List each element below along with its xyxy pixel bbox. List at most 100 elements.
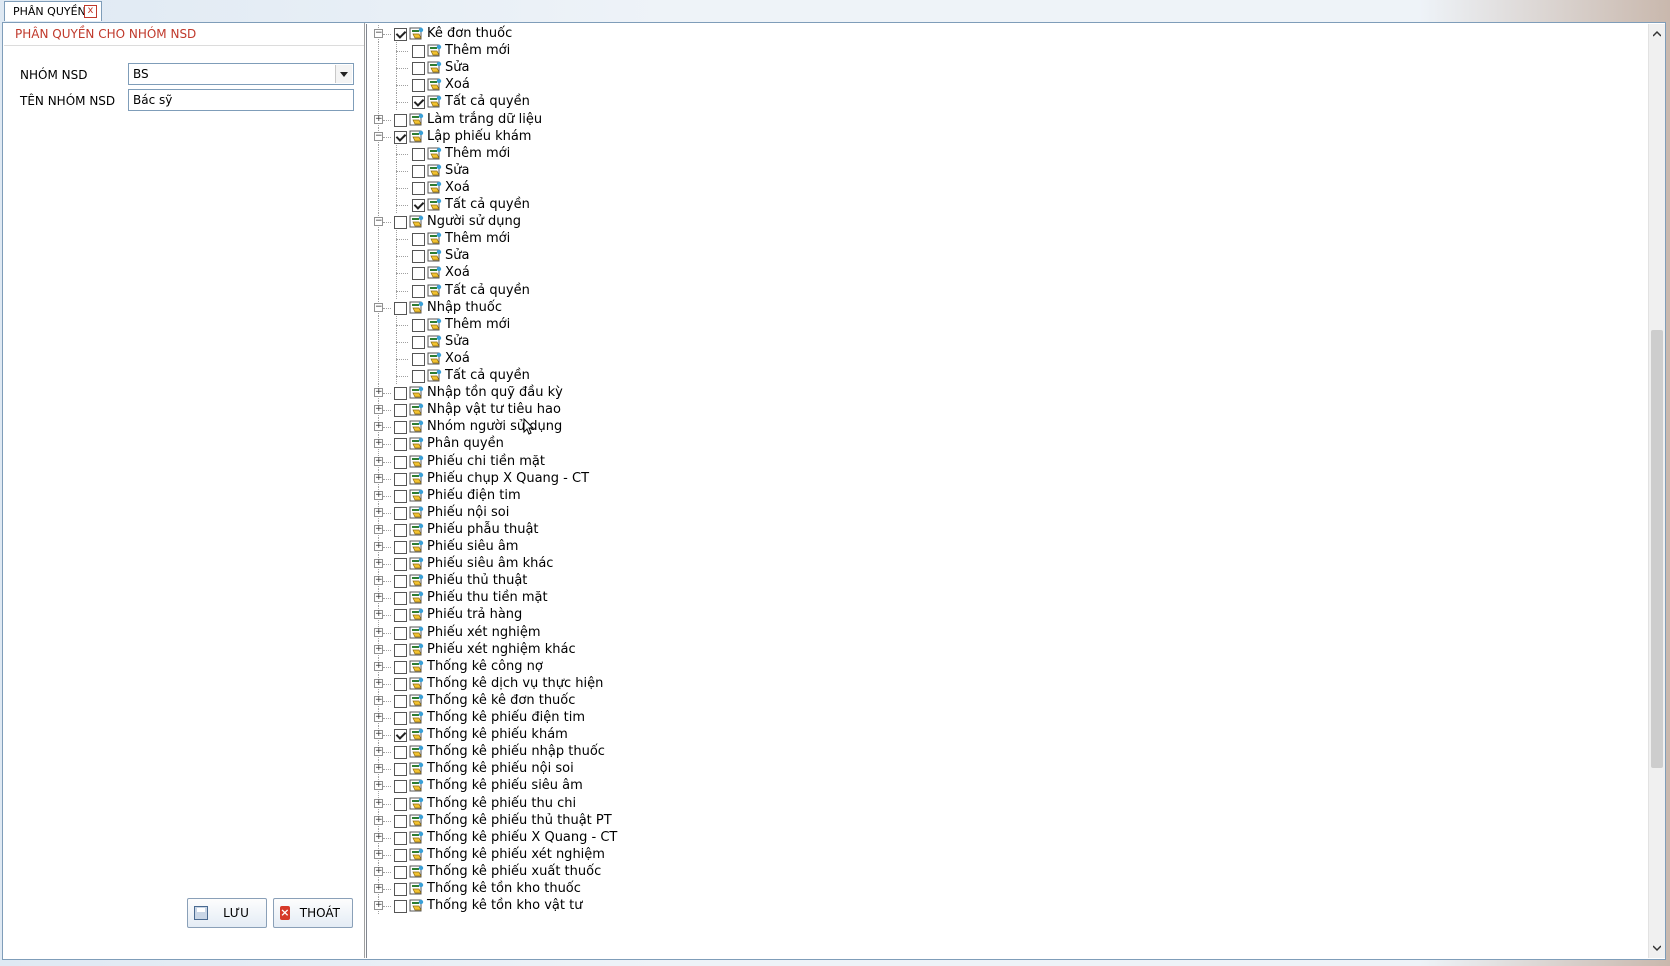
tree-subnode[interactable]: Sửa — [367, 332, 967, 350]
tree-node[interactable]: + Thống kê phiếu nhập thuốc — [367, 743, 967, 761]
expand-icon[interactable]: + — [374, 439, 383, 449]
expand-icon[interactable]: + — [374, 627, 383, 637]
tree-node[interactable]: + Phiếu phẫu thuật — [367, 520, 967, 538]
tree-subnode[interactable]: Tất cả quyền — [367, 281, 967, 299]
scroll-down-icon[interactable] — [1653, 944, 1661, 952]
tree-node[interactable]: + Thống kê tồn kho thuốc — [367, 880, 967, 897]
tree-checkbox[interactable] — [394, 387, 407, 401]
tree-node[interactable]: + Phiếu chụp X Quang - CT — [367, 469, 967, 487]
expand-icon[interactable]: + — [374, 644, 383, 654]
tree-node[interactable]: − Kê đơn thuốc — [367, 25, 967, 42]
expand-icon[interactable]: + — [374, 678, 383, 688]
scroll-up-icon[interactable] — [1653, 30, 1661, 38]
tree-node[interactable]: − Nhập thuốc — [367, 298, 967, 316]
tree-subnode[interactable]: Sửa — [367, 161, 967, 179]
tree-checkbox[interactable] — [394, 694, 407, 708]
tree-checkbox[interactable] — [394, 541, 407, 554]
tree-checkbox[interactable] — [394, 489, 407, 503]
expand-icon[interactable]: + — [374, 576, 383, 586]
tree-node[interactable]: + Thống kê công nợ — [367, 657, 967, 675]
tree-checkbox[interactable] — [394, 746, 407, 760]
tree-node[interactable]: + Thống kê phiếu thủ thuật PT — [367, 811, 967, 829]
group-name-field[interactable]: Bác sỹ — [128, 89, 354, 111]
tree-subnode[interactable]: Xoá — [367, 76, 967, 94]
tree-checkbox[interactable] — [412, 45, 425, 59]
tree-node[interactable]: + Thống kê dịch vụ thực hiện — [367, 674, 967, 692]
expand-icon[interactable]: + — [374, 542, 383, 551]
expand-icon[interactable]: + — [374, 490, 383, 500]
tree-node[interactable]: + Nhập tồn quỹ đầu kỳ — [367, 384, 967, 402]
expand-icon[interactable]: + — [374, 114, 383, 124]
tree-node[interactable]: − Lập phiếu khám — [367, 127, 967, 145]
tree-subnode[interactable]: Thêm mới — [367, 42, 967, 60]
expand-icon[interactable]: + — [374, 866, 383, 876]
tree-node[interactable]: + Phiếu xét nghiệm — [367, 623, 967, 641]
expand-icon[interactable]: + — [374, 832, 383, 842]
tree-checkbox[interactable] — [394, 763, 407, 777]
tree-node[interactable]: + Làm trắng dữ liệu — [367, 110, 967, 128]
tree-subnode[interactable]: Tất cả quyền — [367, 196, 967, 213]
tree-checkbox[interactable] — [394, 216, 407, 230]
tree-subnode[interactable]: Tất cả quyền — [367, 367, 967, 384]
collapse-icon[interactable]: − — [374, 29, 383, 38]
tree-node[interactable]: + Phiếu thủ thuật — [367, 572, 967, 590]
tree-checkbox[interactable] — [412, 267, 425, 281]
tree-checkbox[interactable] — [394, 848, 407, 862]
tree-checkbox[interactable] — [412, 318, 425, 332]
tree-checkbox[interactable] — [394, 28, 407, 41]
tree-node[interactable]: − Người sử dụng — [367, 213, 967, 231]
tree-checkbox[interactable] — [394, 113, 407, 127]
tree-subnode[interactable]: Xoá — [367, 178, 967, 196]
tree-subnode[interactable]: Xoá — [367, 264, 967, 282]
tree-node[interactable]: + Thống kê phiếu khám — [367, 726, 967, 744]
tree-checkbox[interactable] — [394, 780, 407, 794]
expand-icon[interactable]: + — [374, 456, 383, 466]
tree-node[interactable]: + Thống kê phiếu điện tim — [367, 709, 967, 726]
tree-node[interactable]: + Phiếu thu tiền mặt — [367, 589, 967, 607]
tree-checkbox[interactable] — [394, 814, 407, 828]
tree-checkbox[interactable] — [394, 455, 407, 469]
tree-checkbox[interactable] — [412, 199, 425, 212]
tree-checkbox[interactable] — [394, 660, 407, 674]
tree-subnode[interactable]: Thêm mới — [367, 230, 967, 248]
tree-checkbox[interactable] — [412, 147, 425, 161]
tree-checkbox[interactable] — [394, 626, 407, 640]
tree-checkbox[interactable] — [394, 729, 407, 743]
chevron-down-icon[interactable] — [335, 65, 352, 83]
exit-button[interactable]: × THOÁT — [273, 898, 353, 928]
vertical-scrollbar[interactable] — [1648, 24, 1665, 958]
tree-node[interactable]: + Thống kê phiếu nội soi — [367, 760, 967, 778]
expand-icon[interactable]: + — [374, 747, 383, 757]
expand-icon[interactable]: + — [374, 610, 383, 620]
tree-subnode[interactable]: Xoá — [367, 349, 967, 367]
save-button[interactable]: LƯU — [187, 898, 267, 928]
tree-node[interactable]: + Phiếu điện tim — [367, 486, 967, 504]
tree-checkbox[interactable] — [394, 609, 407, 623]
expand-icon[interactable]: + — [374, 388, 383, 398]
tree-checkbox[interactable] — [394, 558, 407, 572]
expand-icon[interactable]: + — [374, 695, 383, 705]
expand-icon[interactable]: + — [374, 524, 383, 534]
tree-node[interactable]: + Thống kê kê đơn thuốc — [367, 691, 967, 709]
tab-phan-quyen[interactable]: PHÂN QUYỀN x — [4, 1, 102, 21]
tree-checkbox[interactable] — [394, 472, 407, 486]
tree-node[interactable]: + Phiếu chi tiền mặt — [367, 452, 967, 470]
collapse-icon[interactable]: − — [374, 302, 383, 312]
tree-node[interactable]: + Thống kê phiếu X Quang - CT — [367, 828, 967, 846]
expand-icon[interactable]: + — [374, 713, 383, 722]
scroll-thumb[interactable] — [1651, 330, 1663, 768]
tree-checkbox[interactable] — [394, 438, 407, 452]
tree-node[interactable]: + Nhập vật tư tiêu hao — [367, 401, 967, 419]
tree-checkbox[interactable] — [394, 592, 407, 606]
expand-icon[interactable]: + — [374, 849, 383, 859]
tree-node[interactable]: + Thống kê phiếu xuất thuốc — [367, 862, 967, 880]
tree-subnode[interactable]: Sửa — [367, 247, 967, 265]
tree-checkbox[interactable] — [412, 96, 425, 110]
tree-checkbox[interactable] — [412, 352, 425, 366]
tree-node[interactable]: + Thống kê phiếu thu chi — [367, 794, 967, 812]
permission-tree[interactable]: − Kê đơn thuốc Thêm mới Sửa Xoá Tất cả quyền +… — [366, 24, 1648, 958]
tree-checkbox[interactable] — [412, 335, 425, 349]
tree-checkbox[interactable] — [394, 130, 407, 144]
tree-checkbox[interactable] — [412, 233, 425, 247]
close-icon[interactable]: x — [84, 5, 97, 18]
